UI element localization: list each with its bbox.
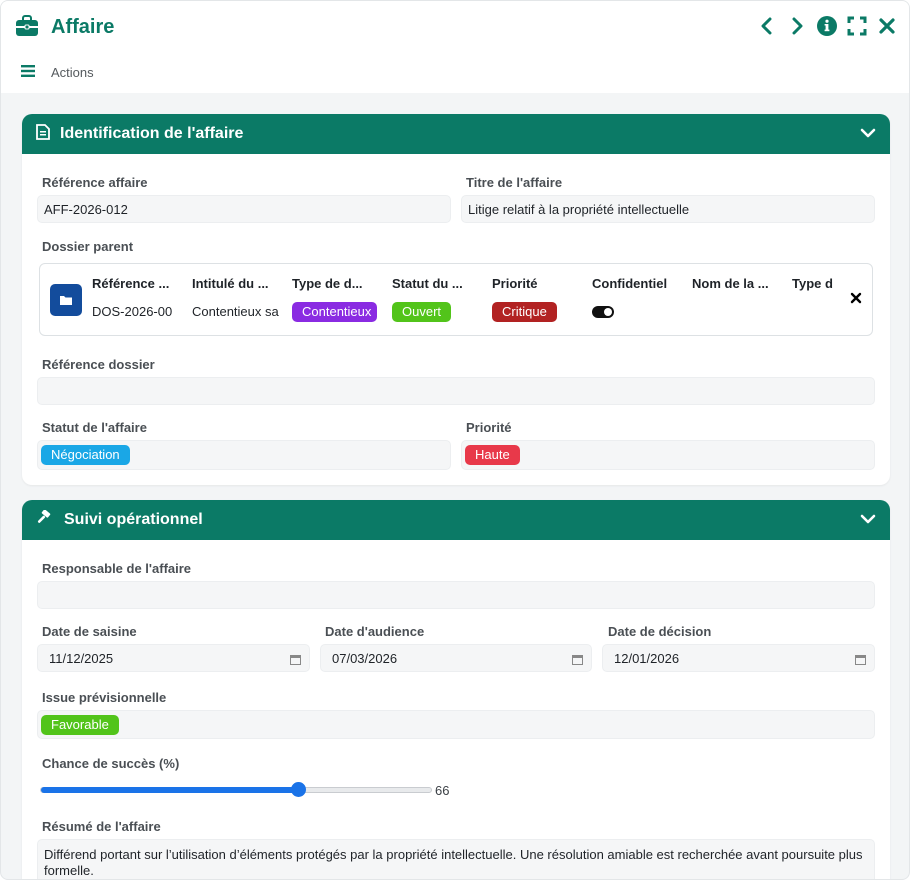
dossier-col-reference: Référence ... DOS-2026-00 xyxy=(92,276,184,322)
chevron-right-icon[interactable] xyxy=(787,15,807,37)
confidentiel-toggle xyxy=(592,306,614,318)
window-title-row: Affaire xyxy=(15,13,114,41)
expand-icon[interactable] xyxy=(847,15,867,37)
statut-affaire-field[interactable]: Négociation xyxy=(37,440,451,470)
resume-label: Résumé de l'affaire xyxy=(42,819,161,834)
dossier-parent-label: Dossier parent xyxy=(42,239,134,254)
titre-affaire-label: Titre de l'affaire xyxy=(466,175,563,190)
statut-dossier-badge: Ouvert xyxy=(392,302,452,322)
briefcase-icon xyxy=(15,14,39,40)
reference-dossier-label: Référence dossier xyxy=(42,357,155,372)
chevron-left-icon[interactable] xyxy=(757,15,777,37)
date-saisine-field[interactable]: 11/12/2025 xyxy=(37,644,310,672)
dossier-col-intitule: Intitulé du ... Contentieux sa xyxy=(192,276,284,322)
priorite-label: Priorité xyxy=(466,420,512,435)
remove-parent-icon[interactable] xyxy=(850,292,862,307)
chance-value: 66 xyxy=(435,783,450,798)
type-dossier-badge: Contentieux xyxy=(292,302,377,322)
calendar-icon[interactable] xyxy=(290,653,301,668)
dossier-col-header: Confidentiel xyxy=(592,276,668,291)
date-decision-field[interactable]: 12/01/2026 xyxy=(602,644,875,672)
actions-label[interactable]: Actions xyxy=(51,65,94,80)
identification-section: Identification de l'affaire Référence af… xyxy=(22,114,890,485)
date-decision-label: Date de décision xyxy=(608,624,712,639)
issue-label: Issue prévisionnelle xyxy=(42,690,167,705)
identification-header[interactable]: Identification de l'affaire xyxy=(22,114,890,154)
titre-affaire-value: Litige relatif à la propriété intellectu… xyxy=(468,201,690,217)
date-audience-label: Date d'audience xyxy=(325,624,425,639)
close-icon[interactable] xyxy=(877,15,897,37)
window-actions xyxy=(757,15,897,37)
issue-field[interactable]: Favorable xyxy=(37,710,875,739)
folder-icon xyxy=(50,284,82,316)
reference-affaire-value: AFF-2026-012 xyxy=(44,201,128,217)
dossier-col-value: Contentieux sa xyxy=(192,304,279,319)
dossier-col-nom: Nom de la ... xyxy=(692,276,784,322)
titre-affaire-field[interactable]: Litige relatif à la propriété intellectu… xyxy=(461,195,875,223)
actions-menu[interactable]: Actions xyxy=(21,65,94,80)
resume-textarea[interactable]: Différend portant sur l’utilisation d’él… xyxy=(37,839,875,879)
dossier-col-statut: Statut du ... Ouvert xyxy=(392,276,484,322)
dossier-col-value xyxy=(792,302,836,322)
issue-badge: Favorable xyxy=(41,714,119,735)
affaire-window: Affaire Actions Identification de l'affa… xyxy=(0,0,910,880)
gavel-icon xyxy=(36,508,54,531)
date-decision-value: 12/01/2026 xyxy=(614,650,680,666)
dossier-col-header: Intitulé du ... xyxy=(192,276,269,291)
priorite-field[interactable]: Haute xyxy=(461,440,875,470)
chance-slider-fill xyxy=(41,787,299,793)
calendar-icon[interactable] xyxy=(855,653,866,668)
suivi-header[interactable]: Suivi opérationnel xyxy=(22,500,890,540)
date-audience-field[interactable]: 07/03/2026 xyxy=(320,644,592,672)
priorite-dossier-badge: Critique xyxy=(492,302,557,322)
dossier-col-type-2: Type d xyxy=(792,276,836,322)
dossier-col-header: Statut du ... xyxy=(392,276,463,291)
priorite-badge: Haute xyxy=(465,445,520,465)
identification-title: Identification de l'affaire xyxy=(60,125,244,142)
chevron-down-icon[interactable] xyxy=(860,513,876,528)
suivi-title: Suivi opérationnel xyxy=(64,511,203,528)
dossier-col-type: Type de d... Contentieux xyxy=(292,276,384,322)
dossier-col-priorite: Priorité Critique xyxy=(492,276,584,322)
statut-affaire-badge: Négociation xyxy=(41,445,130,465)
dossier-col-header: Type d xyxy=(792,276,833,291)
dossier-col-header: Type de d... xyxy=(292,276,363,291)
responsable-field[interactable] xyxy=(37,581,875,609)
calendar-icon[interactable] xyxy=(572,653,583,668)
responsable-label: Responsable de l'affaire xyxy=(42,561,192,576)
reference-affaire-field[interactable]: AFF-2026-012 xyxy=(37,195,451,223)
chance-slider-thumb[interactable] xyxy=(291,782,307,797)
statut-affaire-label: Statut de l'affaire xyxy=(42,420,147,435)
window-header: Affaire Actions xyxy=(1,1,909,93)
date-saisine-label: Date de saisine xyxy=(42,624,137,639)
chevron-down-icon[interactable] xyxy=(860,127,876,142)
chance-slider[interactable] xyxy=(40,782,432,797)
info-icon[interactable] xyxy=(817,15,837,37)
window-title: Affaire xyxy=(51,15,115,38)
dossier-col-header: Priorité xyxy=(492,276,538,291)
suivi-section: Suivi opérationnel Responsable de l'affa… xyxy=(22,500,890,879)
document-icon xyxy=(36,123,50,145)
dossier-parent-row[interactable]: Référence ... DOS-2026-00 Intitulé du ..… xyxy=(39,263,873,336)
dossier-col-value: DOS-2026-00 xyxy=(92,304,173,319)
reference-dossier-field[interactable] xyxy=(37,377,875,405)
menu-icon[interactable] xyxy=(21,65,35,80)
date-saisine-value: 11/12/2025 xyxy=(49,650,114,666)
reference-affaire-label: Référence affaire xyxy=(42,175,148,190)
dossier-col-value xyxy=(692,302,784,322)
chance-label: Chance de succès (%) xyxy=(42,756,180,771)
dossier-col-confidentiel: Confidentiel xyxy=(592,276,684,322)
date-audience-value: 07/03/2026 xyxy=(332,650,398,666)
dossier-col-header: Nom de la ... xyxy=(692,276,769,291)
dossier-col-header: Référence ... xyxy=(92,276,170,291)
